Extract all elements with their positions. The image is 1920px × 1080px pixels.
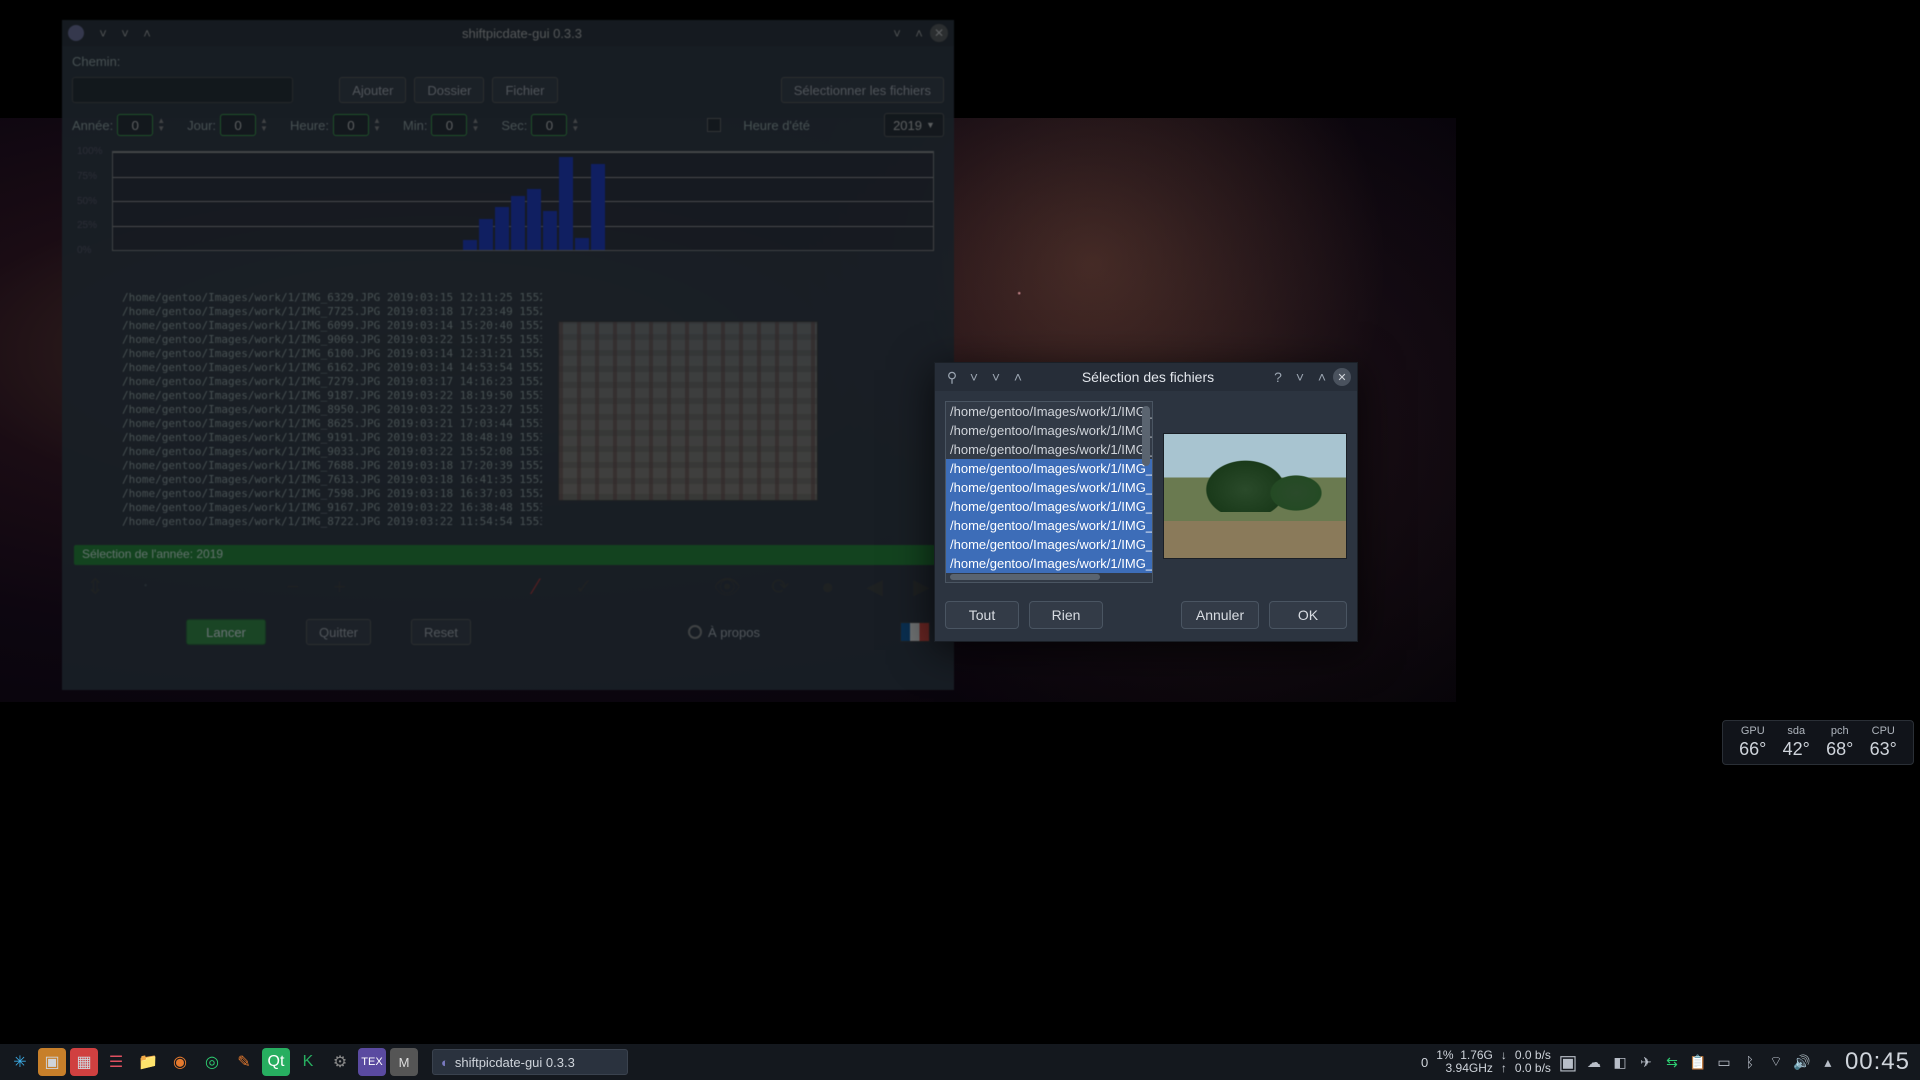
volume-icon[interactable]: 🔊	[1793, 1053, 1811, 1071]
shade-up-icon[interactable]: ˄	[1313, 368, 1331, 386]
cloud-icon[interactable]: ☁	[1585, 1053, 1603, 1071]
sensor-val-cpu: 63°	[1862, 739, 1906, 760]
select-none-button[interactable]: Rien	[1029, 601, 1103, 629]
sensor-val-gpu: 66°	[1731, 739, 1775, 760]
firefox-icon[interactable]: ◉	[166, 1048, 194, 1076]
app-icon-4[interactable]: ✎	[230, 1048, 258, 1076]
app-task-icon: ◐	[441, 1055, 449, 1070]
sensor-col-cpu: CPU	[1862, 725, 1906, 739]
app-launcher-icon[interactable]: ✳	[6, 1048, 34, 1076]
app-icon-m[interactable]: M	[390, 1048, 418, 1076]
temperature-widget: GPU sda pch CPU 66° 42° 68° 63°	[1722, 720, 1914, 765]
kate-icon[interactable]: K	[294, 1048, 322, 1076]
vertical-scrollbar[interactable]	[1142, 406, 1150, 466]
modal-dim-overlay	[62, 20, 954, 690]
file-list-item[interactable]: /home/gentoo/Images/work/1/IMG_58…	[946, 478, 1152, 497]
cpu-chip-icon[interactable]: ▣	[1559, 1053, 1577, 1071]
app-task-title: shiftpicdate-gui 0.3.3	[455, 1055, 575, 1070]
settings-icon[interactable]: ⚙	[326, 1048, 354, 1076]
app-icon-2[interactable]: ☰	[102, 1048, 130, 1076]
select-all-button[interactable]: Tout	[945, 601, 1019, 629]
dialog-title: Sélection des fichiers	[1029, 369, 1267, 385]
file-list-item[interactable]: /home/gentoo/Images/work/1/IMG_58…	[946, 535, 1152, 554]
tray-expand-icon[interactable]: ▴	[1819, 1053, 1837, 1071]
cpu-mem: 1.76G	[1460, 1048, 1493, 1062]
file-manager-icon[interactable]: 📁	[134, 1048, 162, 1076]
cancel-button[interactable]: Annuler	[1181, 601, 1259, 629]
net-arrows: ↓↑	[1501, 1049, 1507, 1075]
file-selection-dialog: ⚲ ˅ ˅ ˄ Sélection des fichiers ? ˅ ˄ ✕ /…	[934, 362, 1358, 642]
file-list-item[interactable]: /home/gentoo/Images/work/1/IMG_58…	[946, 421, 1152, 440]
tex-icon[interactable]: TEX	[358, 1048, 386, 1076]
sensor-val-pch: 68°	[1818, 739, 1862, 760]
telegram-icon[interactable]: ✈	[1637, 1053, 1655, 1071]
file-list-item[interactable]: /home/gentoo/Images/work/1/IMG_58…	[946, 497, 1152, 516]
taskbar: ✳ ▣ ▦ ☰ 📁 ◉ ◎ ✎ Qt K ⚙ TEX M ◐ shiftpicd…	[0, 1044, 1920, 1080]
main-window: ˅ ˅ ˄ shiftpicdate-gui 0.3.3 ˅ ˄ ✕ Chemi…	[62, 20, 954, 690]
sensor-col-sda: sda	[1775, 725, 1819, 739]
arrow-up-icon: ↑	[1501, 1062, 1507, 1075]
net-up: 0.0 b/s	[1515, 1062, 1551, 1075]
clipboard-icon[interactable]: 📋	[1689, 1053, 1707, 1071]
bluetooth-icon[interactable]: ᛒ	[1741, 1053, 1759, 1071]
wifi-icon[interactable]: ⌔	[1767, 1053, 1785, 1071]
app-icon-1[interactable]: ▦	[70, 1048, 98, 1076]
cpu-freq: 3.94GHz	[1446, 1062, 1493, 1075]
window-raise-icon[interactable]: ˄	[1009, 368, 1027, 386]
sync-icon[interactable]: ⇆	[1663, 1053, 1681, 1071]
dialog-titlebar: ⚲ ˅ ˅ ˄ Sélection des fichiers ? ˅ ˄ ✕	[935, 363, 1357, 391]
pin-icon[interactable]: ⚲	[943, 368, 961, 386]
file-preview-image	[1163, 433, 1347, 559]
tray-icon-1[interactable]: ◧	[1611, 1053, 1629, 1071]
file-list[interactable]: /home/gentoo/Images/work/1/IMG_58…/home/…	[945, 401, 1153, 583]
sensor-val-sda: 42°	[1775, 739, 1819, 760]
cpu-pct: 1%	[1436, 1048, 1453, 1062]
help-icon[interactable]: ?	[1269, 368, 1287, 386]
ok-button[interactable]: OK	[1269, 601, 1347, 629]
file-list-item[interactable]: /home/gentoo/Images/work/1/IMG_58…	[946, 554, 1152, 573]
file-list-item[interactable]: /home/gentoo/Images/work/1/IMG_58…	[946, 440, 1152, 459]
terminal-icon[interactable]: ▣	[38, 1048, 66, 1076]
window-lower-icon[interactable]: ˅	[965, 368, 983, 386]
file-list-item[interactable]: /home/gentoo/Images/work/1/IMG_58…	[946, 516, 1152, 535]
net-stats: 0.0 b/s 0.0 b/s	[1515, 1049, 1551, 1075]
file-list-item[interactable]: /home/gentoo/Images/work/1/IMG_58…	[946, 402, 1152, 421]
cpu-cores: 0	[1421, 1055, 1428, 1070]
shade-down-icon[interactable]: ˅	[1291, 368, 1309, 386]
sensor-col-pch: pch	[1818, 725, 1862, 739]
file-list-item[interactable]: /home/gentoo/Images/work/1/IMG_58…	[946, 459, 1152, 478]
dialog-close-icon[interactable]: ✕	[1333, 368, 1351, 386]
taskbar-active-app[interactable]: ◐ shiftpicdate-gui 0.3.3	[432, 1049, 628, 1075]
cpu-stats: 1% 1.76G 3.94GHz	[1436, 1049, 1493, 1075]
app-icon-3[interactable]: ◎	[198, 1048, 226, 1076]
clock[interactable]: 00:45	[1845, 1048, 1910, 1076]
tray-icon-2[interactable]: ▭	[1715, 1053, 1733, 1071]
window-lower2-icon[interactable]: ˅	[987, 368, 1005, 386]
qt-icon[interactable]: Qt	[262, 1048, 290, 1076]
horizontal-scrollbar[interactable]	[950, 574, 1100, 580]
sensor-col-gpu: GPU	[1731, 725, 1775, 739]
